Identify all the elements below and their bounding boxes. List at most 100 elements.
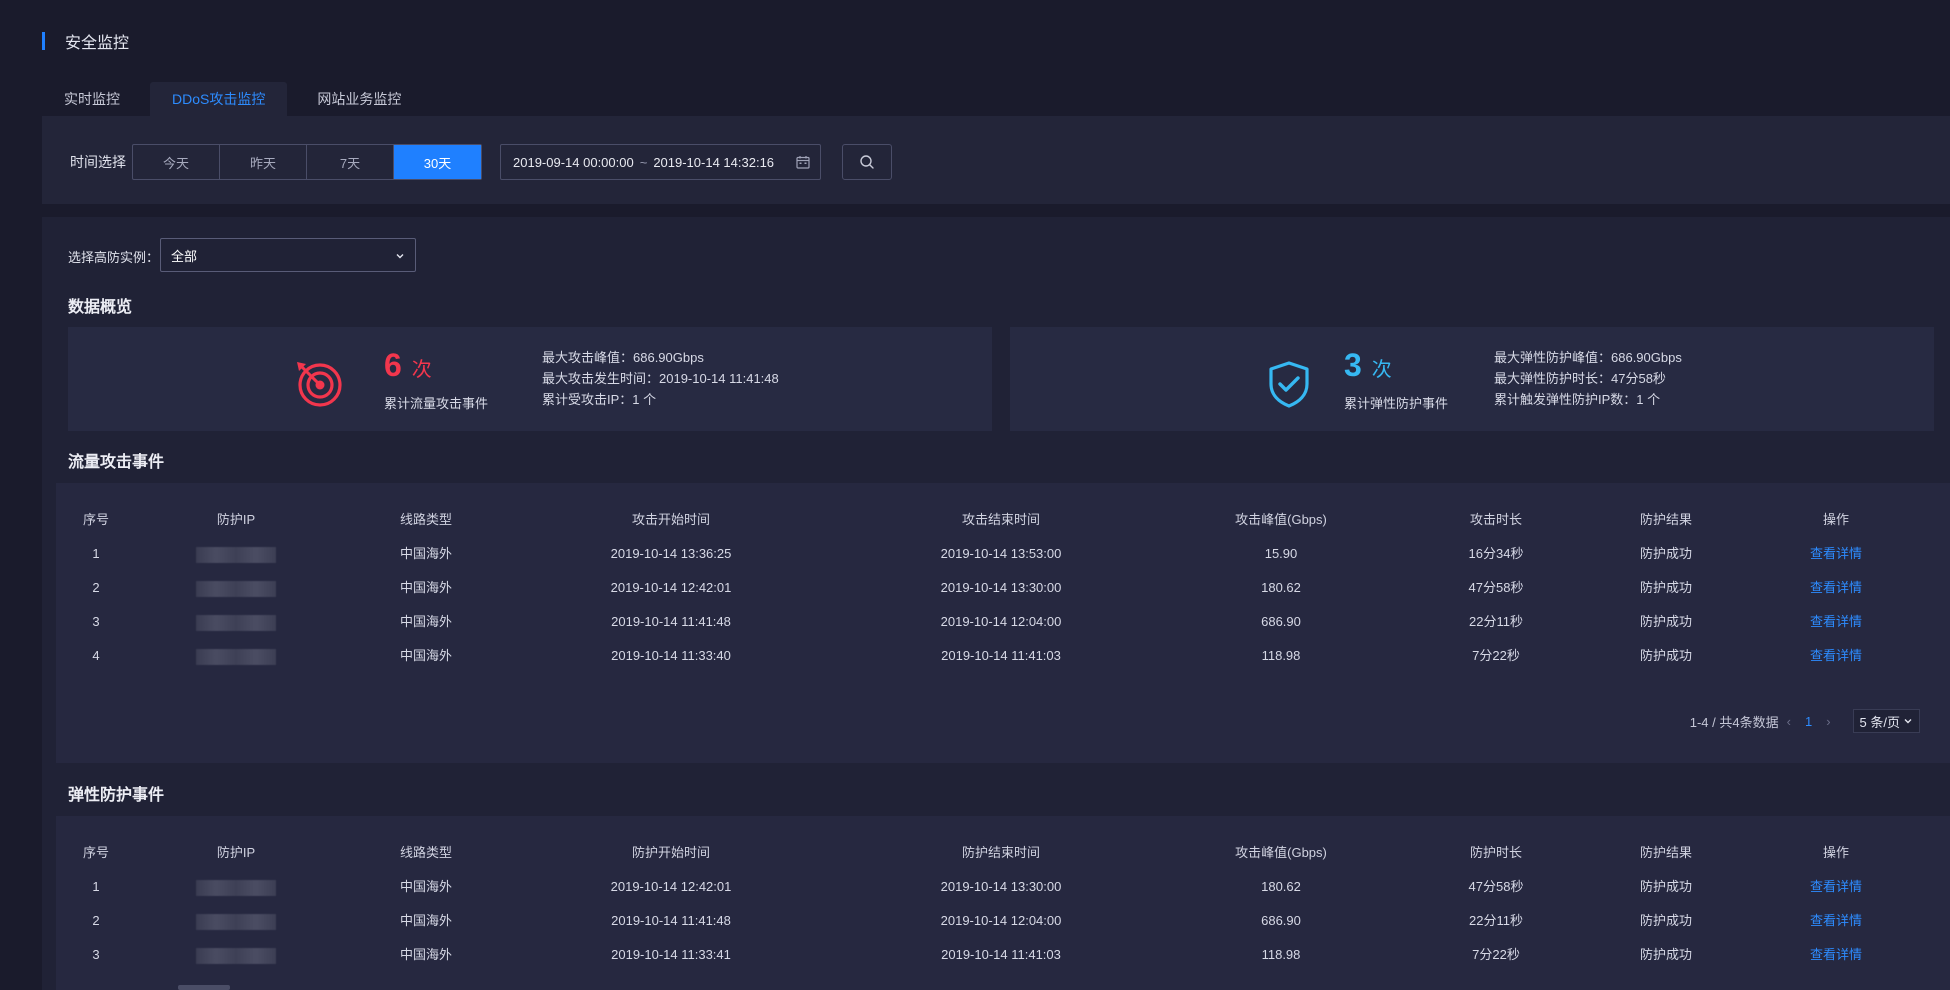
protect-count-label: 累计弹性防护事件 — [1344, 396, 1449, 411]
view-details-link[interactable]: 查看详情 — [1776, 639, 1896, 673]
protect-count-number: 3 — [1344, 347, 1362, 383]
view-details-link[interactable]: 查看详情 — [1776, 537, 1896, 571]
table-row: 3 中国海外 2019-10-14 11:41:48 2019-10-14 12… — [56, 605, 1950, 639]
instance-select-value: 全部 — [171, 248, 198, 264]
attack-stat-ip: 累计受攻击IP：1 个 — [542, 392, 657, 407]
col-header-start: 攻击开始时间 — [631, 512, 710, 527]
cell-start: 2019-10-14 11:41:48 — [611, 913, 731, 928]
attack-count: 6 次 — [384, 347, 432, 384]
cell-ip-masked — [186, 571, 286, 605]
table-row: 1 中国海外 2019-10-14 13:36:25 2019-10-14 13… — [56, 537, 1950, 571]
cell-end: 2019-10-14 13:53:00 — [940, 546, 1062, 561]
cell-result: 防护成功 — [1639, 614, 1692, 629]
cell-duration: 7分22秒 — [1472, 648, 1520, 663]
cell-peak: 686.90 — [1261, 614, 1301, 629]
pagination: 1-4 / 共4条数据 ‹ 1 › 5 条/页 — [1690, 709, 1920, 733]
protect-summary-card: 3 次 累计弹性防护事件 最大弹性防护峰值：686.90Gbps 最大弹性防护时… — [1010, 327, 1934, 431]
view-details-link[interactable]: 查看详情 — [1776, 904, 1896, 938]
col-header-peak: 攻击峰值(Gbps) — [1235, 845, 1327, 860]
next-page-icon[interactable]: › — [1826, 714, 1830, 729]
attack-summary-card: 6 次 累计流量攻击事件 最大攻击峰值：686.90Gbps 最大攻击发生时间：… — [68, 327, 992, 431]
protect-stat-peak: 最大弹性防护峰值：686.90Gbps — [1494, 350, 1682, 365]
cell-line: 中国海外 — [399, 648, 452, 663]
date-start: 2019-09-14 00:00:00 — [513, 154, 634, 170]
masked-ip — [196, 879, 276, 896]
instance-select[interactable]: 全部 — [160, 238, 416, 272]
attack-count-unit: 次 — [411, 359, 432, 381]
horizontal-scrollbar-thumb[interactable] — [178, 985, 230, 990]
cell-ip-masked — [186, 537, 286, 571]
date-end: 2019-10-14 14:32:16 — [653, 154, 775, 170]
page-size-select[interactable]: 5 条/页 — [1852, 709, 1920, 733]
range-7days-button[interactable]: 7天 — [307, 145, 394, 179]
date-range-picker[interactable]: 2019-09-14 00:00:00 ~ 2019-10-14 14:32:1… — [500, 144, 821, 180]
masked-ip — [196, 913, 276, 930]
view-details-link[interactable]: 查看详情 — [1776, 605, 1896, 639]
chevron-down-icon — [396, 254, 404, 259]
prev-page-icon[interactable]: ‹ — [1787, 714, 1791, 729]
cell-line: 中国海外 — [399, 947, 452, 962]
cell-peak: 686.90 — [1261, 913, 1301, 928]
view-details-link[interactable]: 查看详情 — [1776, 938, 1896, 972]
attack-count-number: 6 — [384, 347, 402, 383]
cell-start: 2019-10-14 11:41:48 — [611, 614, 731, 629]
tab-website[interactable]: 网站业务监控 — [295, 82, 423, 116]
cell-peak: 180.62 — [1261, 879, 1301, 894]
col-header-action: 操作 — [1822, 845, 1849, 860]
cell-duration: 16分34秒 — [1468, 546, 1524, 561]
cell-result: 防护成功 — [1639, 546, 1692, 561]
cell-result: 防护成功 — [1639, 913, 1692, 928]
cell-result: 防护成功 — [1639, 947, 1692, 962]
page-size-value: 5 条/页 — [1859, 714, 1900, 730]
time-select-label: 时间选择 — [70, 154, 126, 170]
col-header-no: 序号 — [82, 845, 109, 860]
attack-stat-peak: 最大攻击峰值：686.90Gbps — [542, 350, 704, 365]
tab-ddos[interactable]: DDoS攻击监控 — [150, 82, 288, 116]
col-header-start: 防护开始时间 — [631, 845, 710, 860]
page-1-button[interactable]: 1 — [1805, 714, 1812, 729]
col-header-ip: 防护IP — [216, 845, 256, 860]
range-30days-button[interactable]: 30天 — [394, 145, 481, 179]
protect-stats: 最大弹性防护峰值：686.90Gbps 最大弹性防护时长：47分58秒 累计触发… — [1494, 347, 1682, 410]
cell-start: 2019-10-14 12:42:01 — [610, 580, 732, 595]
instance-select-label: 选择高防实例： — [68, 250, 160, 265]
col-header-result: 防护结果 — [1639, 845, 1692, 860]
cell-end: 2019-10-14 12:04:00 — [940, 614, 1062, 629]
cell-end: 2019-10-14 13:30:00 — [940, 580, 1062, 595]
cell-ip-masked — [186, 639, 286, 673]
tab-realtime[interactable]: 实时监控 — [42, 82, 142, 116]
cell-no: 4 — [92, 648, 100, 663]
col-header-duration: 防护时长 — [1469, 845, 1522, 860]
attack-events-title: 流量攻击事件 — [68, 454, 165, 471]
cell-start: 2019-10-14 13:36:25 — [610, 546, 732, 561]
col-header-line: 线路类型 — [399, 845, 452, 860]
search-button[interactable] — [842, 144, 892, 180]
protect-stat-duration: 最大弹性防护时长：47分58秒 — [1494, 371, 1666, 386]
attack-table-header: 序号 防护IP 线路类型 攻击开始时间 攻击结束时间 攻击峰值(Gbps) 攻击… — [56, 503, 1950, 537]
view-details-link[interactable]: 查看详情 — [1776, 870, 1896, 904]
filter-panel: 时间选择 今天 昨天 7天 30天 2019-09-14 00:00:00 ~ … — [42, 116, 1950, 204]
cell-ip-masked — [186, 938, 286, 972]
cell-no: 2 — [92, 913, 100, 928]
page-header: 安全监控 — [42, 28, 129, 54]
protect-count-unit: 次 — [1371, 359, 1392, 381]
range-today-button[interactable]: 今天 — [133, 145, 220, 179]
col-header-result: 防护结果 — [1639, 512, 1692, 527]
attack-events-panel: 序号 防护IP 线路类型 攻击开始时间 攻击结束时间 攻击峰值(Gbps) 攻击… — [56, 483, 1950, 763]
range-yesterday-button[interactable]: 昨天 — [220, 145, 307, 179]
cell-ip-masked — [186, 870, 286, 904]
view-details-link[interactable]: 查看详情 — [1776, 571, 1896, 605]
cell-no: 2 — [92, 580, 100, 595]
cell-peak: 180.62 — [1261, 580, 1301, 595]
col-header-line: 线路类型 — [399, 512, 452, 527]
time-range-group: 今天 昨天 7天 30天 — [132, 144, 482, 180]
masked-ip — [196, 546, 276, 563]
col-header-duration: 攻击时长 — [1469, 512, 1522, 527]
cell-line: 中国海外 — [399, 879, 452, 894]
cell-ip-masked — [186, 605, 286, 639]
cell-start: 2019-10-14 11:33:40 — [611, 648, 731, 663]
target-icon — [297, 362, 342, 407]
pagination-summary: 1-4 / 共4条数据 — [1689, 714, 1779, 730]
protect-count: 3 次 — [1344, 347, 1392, 384]
cell-ip-masked — [186, 904, 286, 938]
